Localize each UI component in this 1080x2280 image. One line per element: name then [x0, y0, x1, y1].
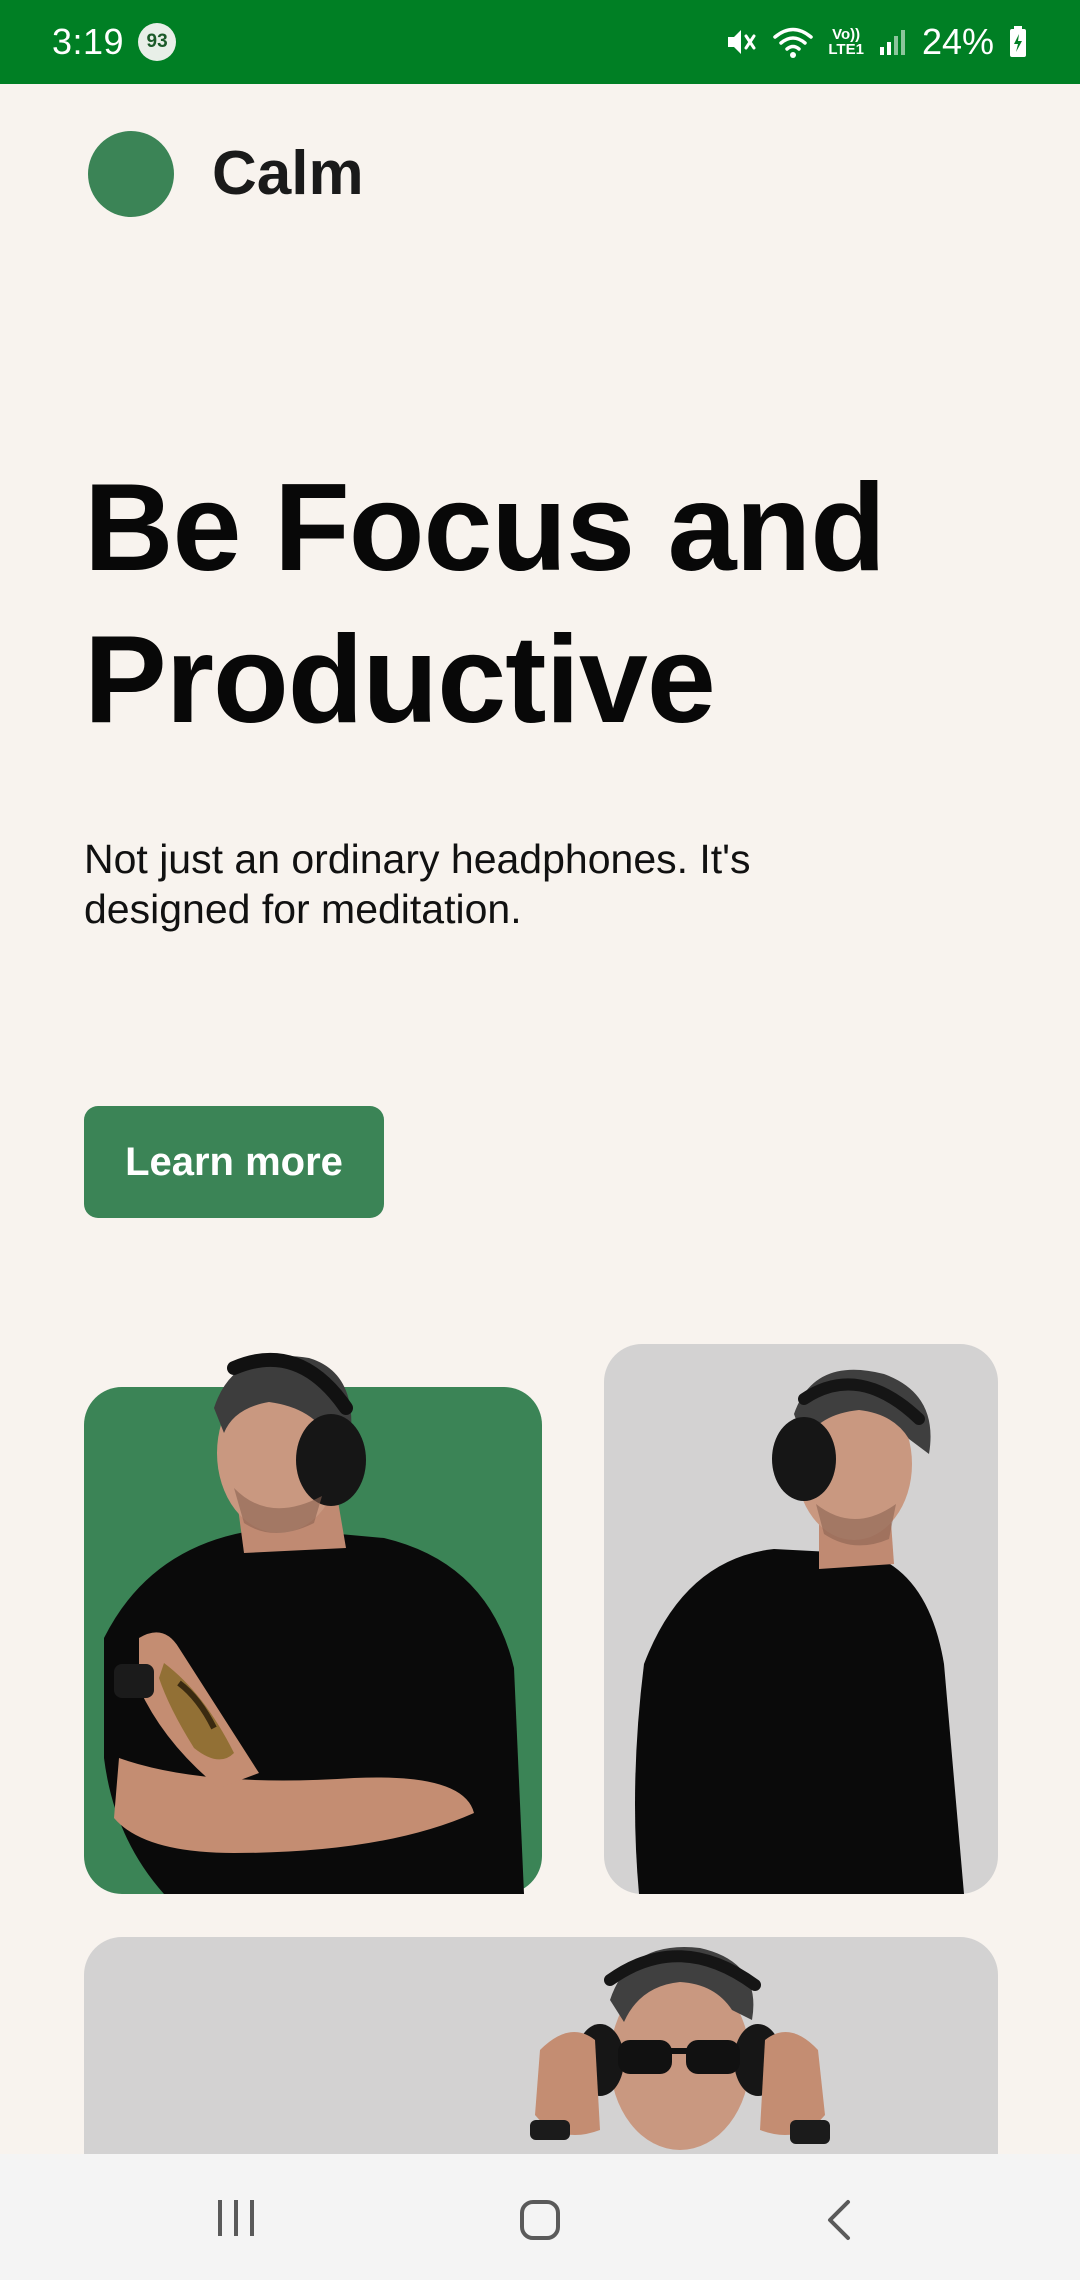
status-bar: 3:19 93 Vo)) LTE1 24%	[0, 0, 1080, 84]
home-button[interactable]	[500, 2196, 580, 2244]
status-right: Vo)) LTE1 24%	[724, 21, 1028, 63]
brand-name[interactable]: Calm	[212, 138, 364, 209]
hero-subtitle-line1: Not just an ordinary headphones. It's	[84, 836, 751, 882]
hero-title-line1: Be Focus and	[84, 459, 886, 597]
hero-title-line2: Productive	[84, 611, 716, 749]
volte-indicator: Vo)) LTE1	[828, 27, 864, 57]
wifi-icon	[772, 25, 814, 59]
brand-logo[interactable]	[88, 131, 174, 217]
mute-icon	[724, 25, 758, 59]
learn-more-button[interactable]: Learn more	[84, 1106, 384, 1218]
back-button[interactable]	[800, 2196, 880, 2244]
recent-apps-button[interactable]	[196, 2196, 276, 2240]
hero-title: Be Focus and Productive	[84, 452, 1044, 756]
hero-subtitle-line2: designed for meditation.	[84, 886, 522, 932]
photo-man-sunglasses	[530, 1947, 830, 2150]
volte-bottom-label: LTE1	[828, 41, 864, 58]
hero-subtitle: Not just an ordinary headphones. It's de…	[84, 834, 904, 934]
recent-apps-icon	[218, 2200, 254, 2236]
back-icon	[828, 2200, 850, 2240]
signal-icon	[878, 27, 908, 57]
photo-man-looking-down	[635, 1369, 964, 1894]
battery-charging-icon	[1008, 25, 1028, 59]
photo-man-arms-crossed	[104, 1353, 524, 1894]
status-left: 3:19 93	[52, 21, 177, 63]
battery-percent: 24%	[921, 21, 994, 62]
status-time: 3:19	[52, 21, 125, 62]
home-icon	[520, 2200, 560, 2240]
notification-badge: 93	[138, 23, 177, 61]
